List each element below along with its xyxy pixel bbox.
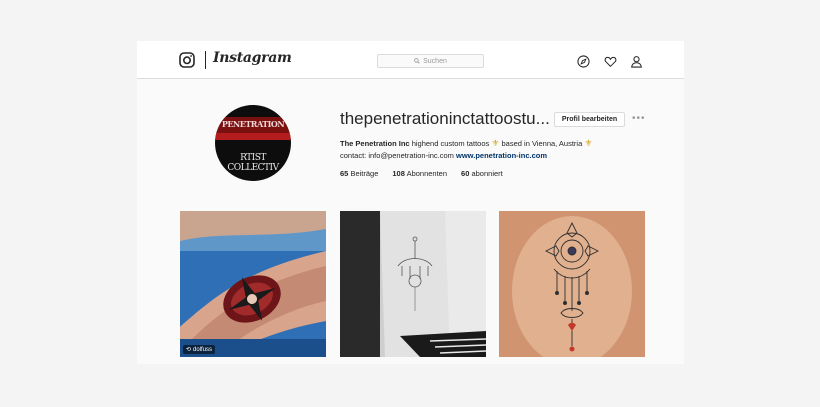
instagram-wordmark[interactable]: Instagram [213,50,292,66]
followers-count: 108 [392,169,405,178]
profile-stats: 65 Beiträge 108 Abonnenten 60 abonniert [340,169,503,178]
following-count: 60 [461,169,470,178]
instagram-camera-icon[interactable] [179,52,195,68]
bio-location: based in Vienna, Austria [499,139,585,148]
repost-icon: ⟲ [186,347,192,353]
profile-username: thepenetrationinctattoostu... [340,109,550,128]
avatar[interactable]: PENETRATION RTIST COLLECTIV [215,105,291,181]
instagram-profile-page: Instagram Suchen PENETRATION RTIST COLLE… [137,41,684,364]
edit-profile-button[interactable]: Profil bearbeiten [554,112,625,127]
following-label: abonniert [471,169,503,178]
bio-tagline: highend custom tattoos [409,139,490,148]
bio-line-1: The Penetration Inc highend custom tatto… [340,138,630,150]
posts-label: Beiträge [350,169,379,178]
top-navigation-bar: Instagram Suchen [137,41,684,79]
logo-separator [205,51,206,69]
heart-icon[interactable] [604,55,617,68]
repost-credit: ⟲ dolfuss [183,345,216,354]
bio-line-2: contact: info@penetration-inc.com www.pe… [340,150,630,162]
followers-stat[interactable]: 108 Abonnenten [392,169,447,178]
post-thumbnail[interactable]: ⟲ dolfuss [180,211,326,357]
bio-name: The Penetration Inc [340,139,410,148]
avatar-banner-stripe [215,133,291,140]
post-thumbnail[interactable] [340,211,486,357]
avatar-caption-text: RTIST COLLECTIV [227,153,279,173]
post-thumbnail[interactable] [499,211,645,357]
posts-count: 65 [340,169,349,178]
followers-label: Abonnenten [406,169,448,178]
bio-website-link[interactable]: www.penetration-inc.com [456,151,547,160]
search-icon [414,58,420,64]
search-input[interactable]: Suchen [377,54,484,68]
fleur-de-lis-icon: ⚜ [584,138,593,148]
credit-username: dolfuss [193,346,213,353]
search-placeholder: Suchen [423,57,447,65]
post-image-tattoo-forearm-red [180,211,326,357]
post-image-tattoo-back-mandala [499,211,645,357]
compass-icon[interactable] [577,55,590,68]
bio-contact: contact: info@penetration-inc.com [340,150,457,160]
profile-bio: The Penetration Inc highend custom tatto… [340,138,630,161]
posts-stat[interactable]: 65 Beiträge [340,169,378,178]
post-image-tattoo-forearm-bw [340,211,486,357]
more-dots-icon[interactable]: ••• [632,114,646,124]
following-stat[interactable]: 60 abonniert [461,169,503,178]
avatar-logo-text: PENETRATION [221,119,285,129]
user-icon[interactable] [630,55,643,68]
